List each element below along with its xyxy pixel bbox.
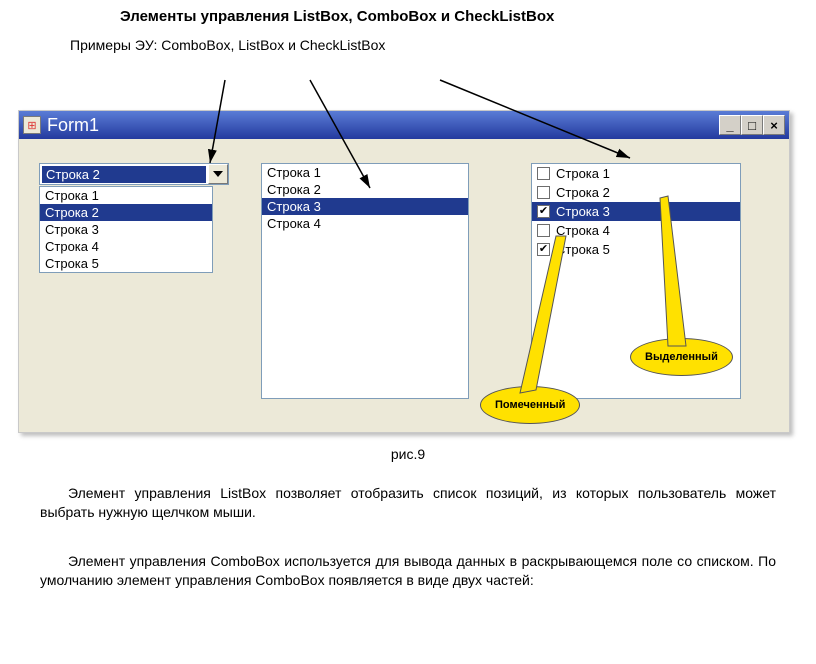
checklist-item[interactable]: ✔ Строка 3 [532,202,740,221]
paragraph-2: Элемент управления ComboBox используется… [40,552,776,590]
listbox-item[interactable]: Строка 1 [262,164,468,181]
checkbox-icon[interactable] [537,186,550,199]
checklist-item-label: Строка 5 [556,242,610,257]
chevron-down-icon [213,171,223,177]
checklist-item-label: Строка 3 [556,204,610,219]
form-client-area: Строка 2 Строка 1Строка 2Строка 3Строка … [19,139,789,432]
combobox-dropdown-button[interactable] [208,164,228,184]
close-button[interactable]: × [763,115,785,135]
combobox-item[interactable]: Строка 5 [40,255,212,272]
combobox-list[interactable]: Строка 1Строка 2Строка 3Строка 4Строка 5 [39,186,213,273]
form-window: ⊞ Form1 _ □ × Строка 2 Строка 1Строка 2С… [18,110,790,433]
checklist-item-label: Строка 4 [556,223,610,238]
listbox[interactable]: Строка 1Строка 2Строка 3Строка 4 [261,163,469,399]
combobox-head[interactable]: Строка 2 [39,163,229,185]
checklist-item[interactable]: Строка 2 [532,183,740,202]
page-title: Элементы управления ListBox, ComboBox и … [120,8,756,25]
combobox-item[interactable]: Строка 1 [40,187,212,204]
checklist-item-label: Строка 2 [556,185,610,200]
checkbox-icon[interactable]: ✔ [537,205,550,218]
callout-selected: Выделенный [630,338,733,376]
combobox-item[interactable]: Строка 3 [40,221,212,238]
window-buttons: _ □ × [719,115,785,135]
combobox-item[interactable]: Строка 2 [40,204,212,221]
listbox-item[interactable]: Строка 2 [262,181,468,198]
maximize-button[interactable]: □ [741,115,763,135]
checklist-item[interactable]: ✔ Строка 5 [532,240,740,259]
checkbox-icon[interactable] [537,167,550,180]
combobox-item[interactable]: Строка 4 [40,238,212,255]
checkbox-icon[interactable] [537,224,550,237]
combobox[interactable]: Строка 2 Строка 1Строка 2Строка 3Строка … [39,163,229,185]
checklist-item-label: Строка 1 [556,166,610,181]
callout-marked: Помеченный [480,386,580,424]
checklist-item[interactable]: Строка 1 [532,164,740,183]
app-icon: ⊞ [23,116,41,134]
listbox-item[interactable]: Строка 3 [262,198,468,215]
checklist-item[interactable]: Строка 4 [532,221,740,240]
title-bar: ⊞ Form1 _ □ × [19,111,789,139]
listbox-item[interactable]: Строка 4 [262,215,468,232]
combobox-selected: Строка 2 [42,166,206,183]
minimize-button[interactable]: _ [719,115,741,135]
checkbox-icon[interactable]: ✔ [537,243,550,256]
paragraph-1: Элемент управления ListBox позволяет ото… [40,484,776,522]
window-title: Form1 [47,115,719,136]
figure-caption: рис.9 [0,446,816,462]
page-subtitle: Примеры ЭУ: ComboBox, ListBox и CheckLis… [70,37,756,53]
